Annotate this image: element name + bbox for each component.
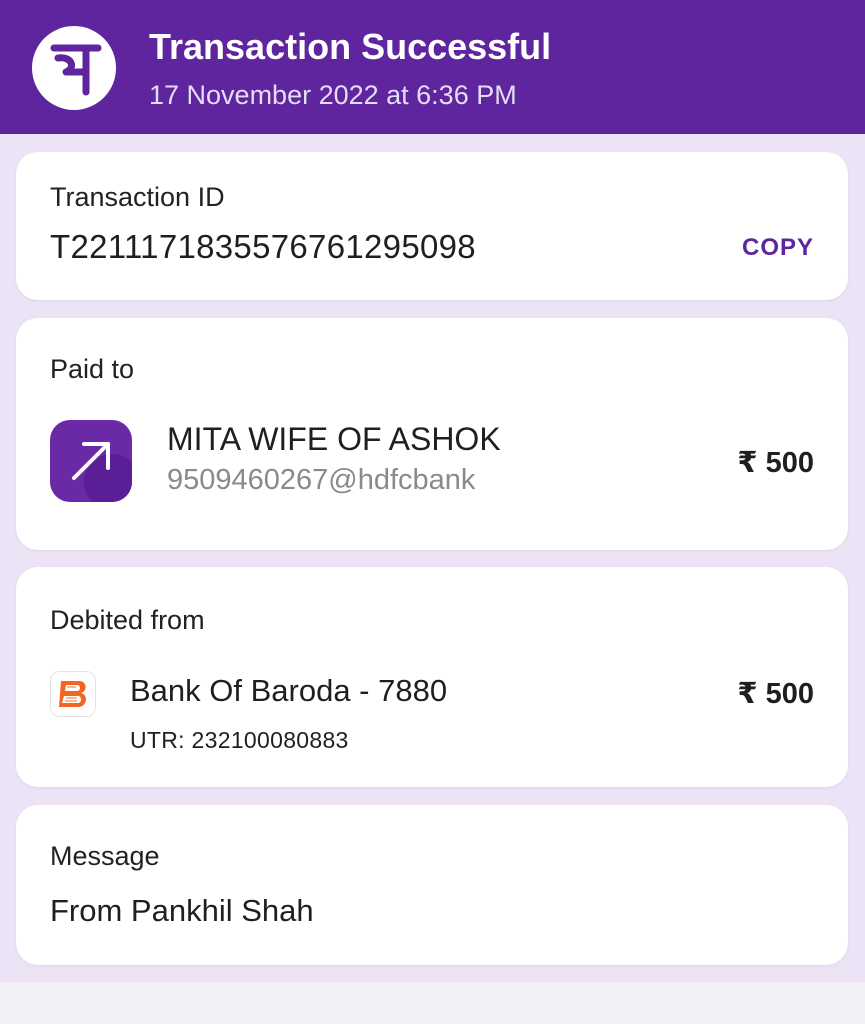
message-card: Message From Pankhil Shah [16,805,848,965]
utr-number: UTR: 232100080883 [130,727,349,753]
transaction-datetime: 17 November 2022 at 6:36 PM [149,80,517,110]
message-label: Message [50,841,160,871]
paid-amount: ₹ 500 [737,447,814,479]
transaction-id-card: Transaction ID T2211171835576761295098 C… [16,152,848,300]
bank-of-baroda-logo-icon [50,671,96,717]
copy-button[interactable]: COPY [742,234,814,262]
payee-name: MITA WIFE OF ASHOK [167,421,501,457]
bank-logo-graphic [51,672,95,716]
bank-account-name: Bank Of Baroda - 7880 [130,673,448,708]
page-title: Transaction Successful [149,26,552,67]
phonepe-logo [32,26,116,110]
debited-from-label: Debited from [50,605,205,635]
paid-to-label: Paid to [50,354,135,384]
phonepe-logo-icon [50,44,102,96]
arrow-up-right-glyph [72,442,110,480]
paid-to-card: Paid to MITA WIFE OF ASHOK 9509460267@hd… [16,318,848,550]
arrow-up-right-icon [50,420,132,502]
footer-area [0,982,865,1024]
header-bar: Transaction Successful 17 November 2022 … [0,0,865,134]
debited-from-card: Debited from Bank Of Baroda - 7880 UTR: … [16,567,848,787]
transaction-id-label: Transaction ID [50,182,225,212]
payee-upi-id: 9509460267@hdfcbank [167,464,476,496]
message-text: From Pankhil Shah [50,893,314,928]
debited-amount: ₹ 500 [737,678,814,710]
transaction-id-value: T2211171835576761295098 [50,228,476,265]
